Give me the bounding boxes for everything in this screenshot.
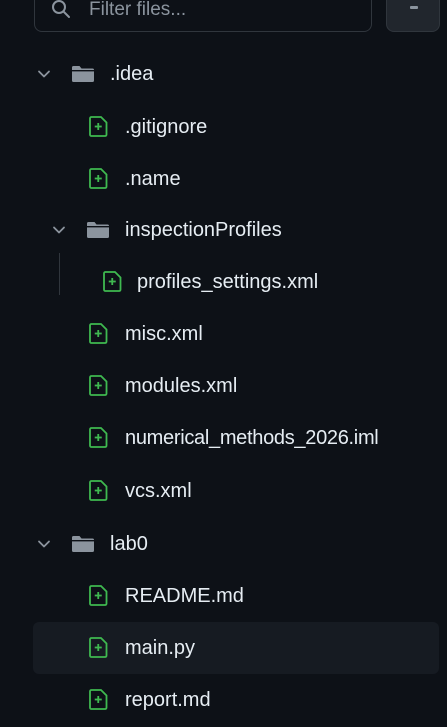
file-added-icon xyxy=(89,168,108,189)
tree-folder-idea[interactable]: .idea xyxy=(33,54,439,94)
file-added-icon xyxy=(89,323,108,344)
tree-item-label: modules.xml xyxy=(125,375,238,397)
tree-file-report[interactable]: report.md xyxy=(33,680,439,720)
filter-files-box[interactable] xyxy=(34,0,372,32)
tree-item-label: .gitignore xyxy=(125,116,208,138)
tree-file-profiles-settings[interactable]: profiles_settings.xml xyxy=(33,262,439,302)
tree-item-label: misc.xml xyxy=(125,323,203,345)
file-added-icon xyxy=(89,480,108,501)
search-icon xyxy=(52,0,70,18)
file-added-icon xyxy=(89,585,108,606)
folder-icon xyxy=(72,66,94,82)
tree-folder-inspectionprofiles[interactable]: inspectionProfiles xyxy=(33,210,439,250)
chevron-down-icon xyxy=(53,226,65,234)
file-added-icon xyxy=(89,689,108,710)
file-tree-panel: .idea .gitignore .name inspectionProfile… xyxy=(0,0,447,727)
tree-file-name[interactable]: .name xyxy=(33,159,439,199)
tree-item-label: vcs.xml xyxy=(125,480,192,502)
tree-item-label: main.py xyxy=(125,637,196,659)
folder-icon xyxy=(87,222,109,238)
tree-item-label: profiles_settings.xml xyxy=(137,271,319,293)
chevron-down-icon xyxy=(38,540,50,548)
tree-file-numerical-methods-iml[interactable]: numerical_methods_2026.iml xyxy=(33,418,439,458)
tree-file-misc[interactable]: misc.xml xyxy=(33,314,439,354)
tree-item-label: lab0 xyxy=(110,533,148,555)
filter-options-button[interactable] xyxy=(386,0,440,32)
file-added-icon xyxy=(103,271,122,292)
tree-file-vcs[interactable]: vcs.xml xyxy=(33,471,439,511)
tree-item-label: .name xyxy=(125,168,181,190)
tree-file-gitignore[interactable]: .gitignore xyxy=(33,107,439,147)
filter-icon xyxy=(410,6,418,9)
tree-file-modules[interactable]: modules.xml xyxy=(33,366,439,406)
tree-item-label: numerical_methods_2026.iml xyxy=(125,427,379,449)
folder-icon xyxy=(72,536,94,552)
tree-item-label: .idea xyxy=(110,63,154,85)
file-added-icon xyxy=(89,427,108,448)
tree-item-label: inspectionProfiles xyxy=(125,219,282,241)
tree-folder-lab0[interactable]: lab0 xyxy=(33,524,439,564)
tree-file-main-py[interactable]: main.py xyxy=(33,622,439,674)
file-added-icon xyxy=(89,637,108,658)
file-added-icon xyxy=(89,116,108,137)
tree-file-readme[interactable]: README.md xyxy=(33,576,439,616)
tree-item-label: README.md xyxy=(125,585,244,607)
filter-files-input[interactable] xyxy=(87,0,361,25)
tree-item-label: report.md xyxy=(125,689,211,711)
file-added-icon xyxy=(89,375,108,396)
chevron-down-icon xyxy=(38,70,50,78)
